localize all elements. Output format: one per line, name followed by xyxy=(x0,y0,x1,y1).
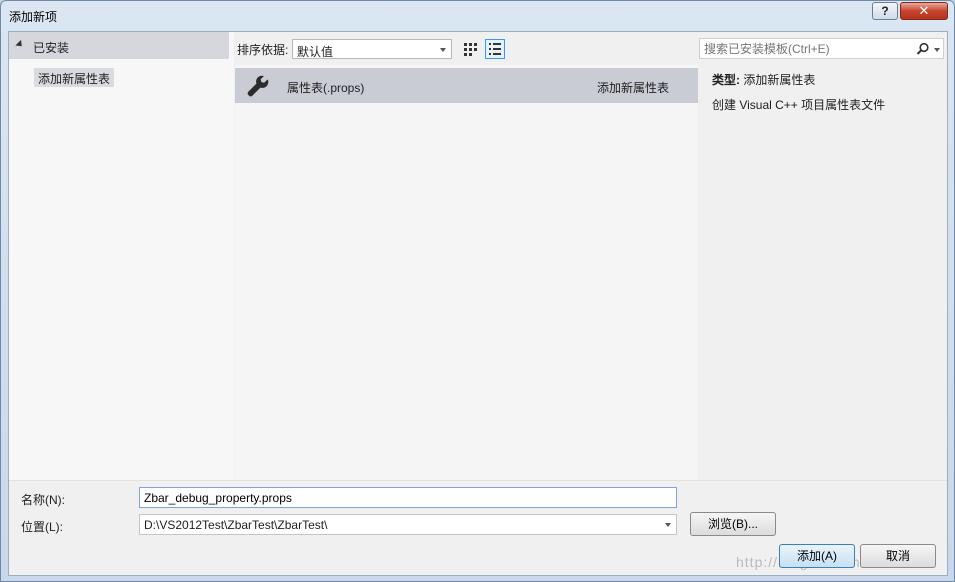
grid-view-button[interactable] xyxy=(461,39,481,59)
details-pane: 类型: 添加新属性表 创建 Visual C++ 项目属性表文件 xyxy=(699,65,947,480)
template-description: 创建 Visual C++ 项目属性表文件 xyxy=(712,98,886,112)
dialog-window: 添加新项 ? ✕ 已安装 添加新属性表 排序依据: 默认值 属性表(.props… xyxy=(0,0,955,582)
title-bar[interactable]: 添加新项 ? ✕ xyxy=(1,1,954,29)
location-label: 位置(L): xyxy=(21,520,64,534)
sort-toolbar: 排序依据: 默认值 xyxy=(235,32,698,65)
close-button[interactable]: ✕ xyxy=(900,2,948,20)
template-list: 属性表(.props) 添加新属性表 xyxy=(235,65,698,480)
sort-label: 排序依据: xyxy=(237,43,289,57)
type-line: 类型: 添加新属性表 xyxy=(712,71,815,88)
help-button[interactable]: ? xyxy=(872,2,898,20)
location-dropdown[interactable]: D:\VS2012Test\ZbarTest\ZbarTest\ xyxy=(139,514,677,535)
tree-node-label: 已安装 xyxy=(33,41,70,55)
template-category: 添加新属性表 xyxy=(597,81,670,95)
list-view-icon xyxy=(489,43,501,55)
type-value: 添加新属性表 xyxy=(743,73,816,87)
type-key: 类型: xyxy=(712,73,740,87)
dialog-client-area: 已安装 添加新属性表 排序依据: 默认值 属性表(.props) 添加新属性表 … xyxy=(8,31,948,576)
tree-item-add-property-sheet[interactable]: 添加新属性表 xyxy=(34,68,115,87)
list-view-button[interactable] xyxy=(485,39,505,59)
name-label: 名称(N): xyxy=(21,493,65,507)
template-name: 属性表(.props) xyxy=(287,81,365,95)
chevron-down-icon xyxy=(665,523,671,527)
collapse-arrow-icon[interactable] xyxy=(15,39,25,50)
location-value: D:\VS2012Test\ZbarTest\ZbarTest\ xyxy=(144,518,328,532)
sort-dropdown[interactable]: 默认值 xyxy=(292,39,452,59)
window-title: 添加新项 xyxy=(9,10,58,24)
divider xyxy=(9,480,947,481)
category-tree: 已安装 添加新属性表 xyxy=(9,32,234,480)
chevron-down-icon xyxy=(440,48,446,52)
template-item[interactable]: 属性表(.props) 添加新属性表 xyxy=(235,68,698,103)
tree-node-installed[interactable]: 已安装 xyxy=(9,32,229,59)
search-box[interactable] xyxy=(699,38,944,59)
grid-view-icon xyxy=(464,43,477,56)
search-icon[interactable] xyxy=(916,42,930,56)
sort-dropdown-value: 默认值 xyxy=(297,45,334,59)
wrench-icon xyxy=(247,75,269,97)
search-input[interactable] xyxy=(704,41,904,56)
cancel-button[interactable]: 取消 xyxy=(860,544,936,568)
name-field[interactable] xyxy=(139,487,677,508)
search-options-chevron-icon[interactable] xyxy=(934,48,940,52)
browse-button[interactable]: 浏览(B)... xyxy=(690,512,776,536)
add-button[interactable]: 添加(A) xyxy=(779,544,855,568)
